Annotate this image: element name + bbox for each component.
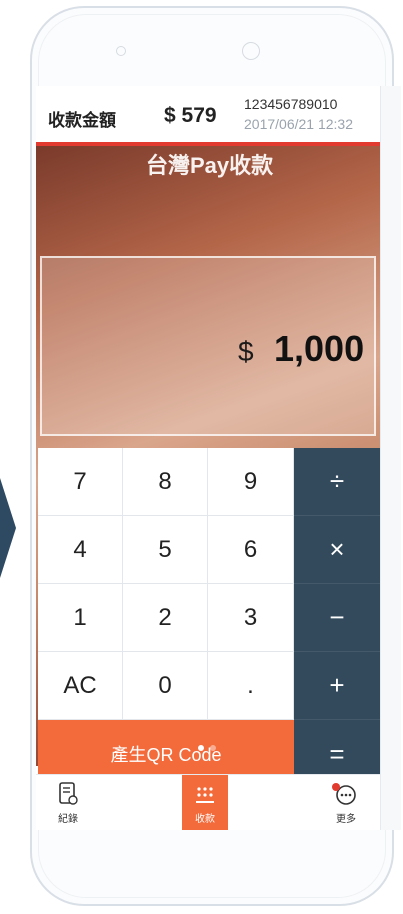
left-arrow-icon [0, 478, 16, 578]
tab-more-label: 更多 [336, 814, 356, 825]
amount-value: 1,000 [274, 328, 365, 369]
key-8[interactable]: 8 [123, 448, 208, 516]
key-2[interactable]: 2 [123, 584, 208, 652]
keypad: 7 8 9 ÷ 4 5 6 × 1 2 3 − AC 0 . + 產生QR Co… [38, 448, 380, 788]
app-screen: 收款金額 $ 579 123456789010 2017/06/21 12:32… [36, 86, 380, 830]
tab-collect[interactable]: 收款 [182, 775, 228, 830]
key-3[interactable]: 3 [208, 584, 294, 652]
decimal-button[interactable]: . [208, 652, 294, 720]
tab-records-label: 紀錄 [58, 814, 78, 825]
key-7[interactable]: 7 [38, 448, 123, 516]
clear-button[interactable]: AC [38, 652, 123, 720]
header-datetime: 2017/06/21 12:32 [244, 116, 353, 132]
page-dot [210, 745, 216, 751]
merchant-id: 123456789010 [244, 96, 338, 112]
header-bar: 收款金額 $ 579 123456789010 2017/06/21 12:32 [36, 86, 380, 146]
sensor-icon [116, 46, 126, 56]
tab-collect-label: 收款 [195, 814, 215, 825]
blurred-photo-background: 台灣Pay收款 $ 1,000 7 8 9 ÷ 4 5 6 × 1 2 3 − … [36, 146, 380, 788]
receipt-icon [59, 782, 78, 805]
amount-currency: $ [238, 336, 254, 367]
key-4[interactable]: 4 [38, 516, 123, 584]
key-1[interactable]: 1 [38, 584, 123, 652]
screen-side-panel [380, 86, 401, 830]
key-0[interactable]: 0 [123, 652, 208, 720]
banner-title: 台灣Pay收款 [146, 153, 274, 178]
add-button[interactable]: + [294, 652, 380, 720]
header-amount: $ 579 [164, 104, 217, 127]
divide-button[interactable]: ÷ [294, 448, 380, 516]
camera-icon [242, 42, 260, 60]
page-dot-active [198, 745, 204, 751]
tab-records[interactable]: 紀錄 [50, 775, 86, 830]
subtract-button[interactable]: − [294, 584, 380, 652]
key-9[interactable]: 9 [208, 448, 294, 516]
header-label: 收款金額 [48, 111, 116, 130]
keypad-icon [196, 787, 214, 803]
tab-bar: 紀錄 收款 更多 [36, 774, 380, 830]
key-5[interactable]: 5 [123, 516, 208, 584]
key-6[interactable]: 6 [208, 516, 294, 584]
notification-badge [332, 783, 340, 791]
amount-display: $ 1,000 [40, 256, 376, 436]
multiply-button[interactable]: × [294, 516, 380, 584]
